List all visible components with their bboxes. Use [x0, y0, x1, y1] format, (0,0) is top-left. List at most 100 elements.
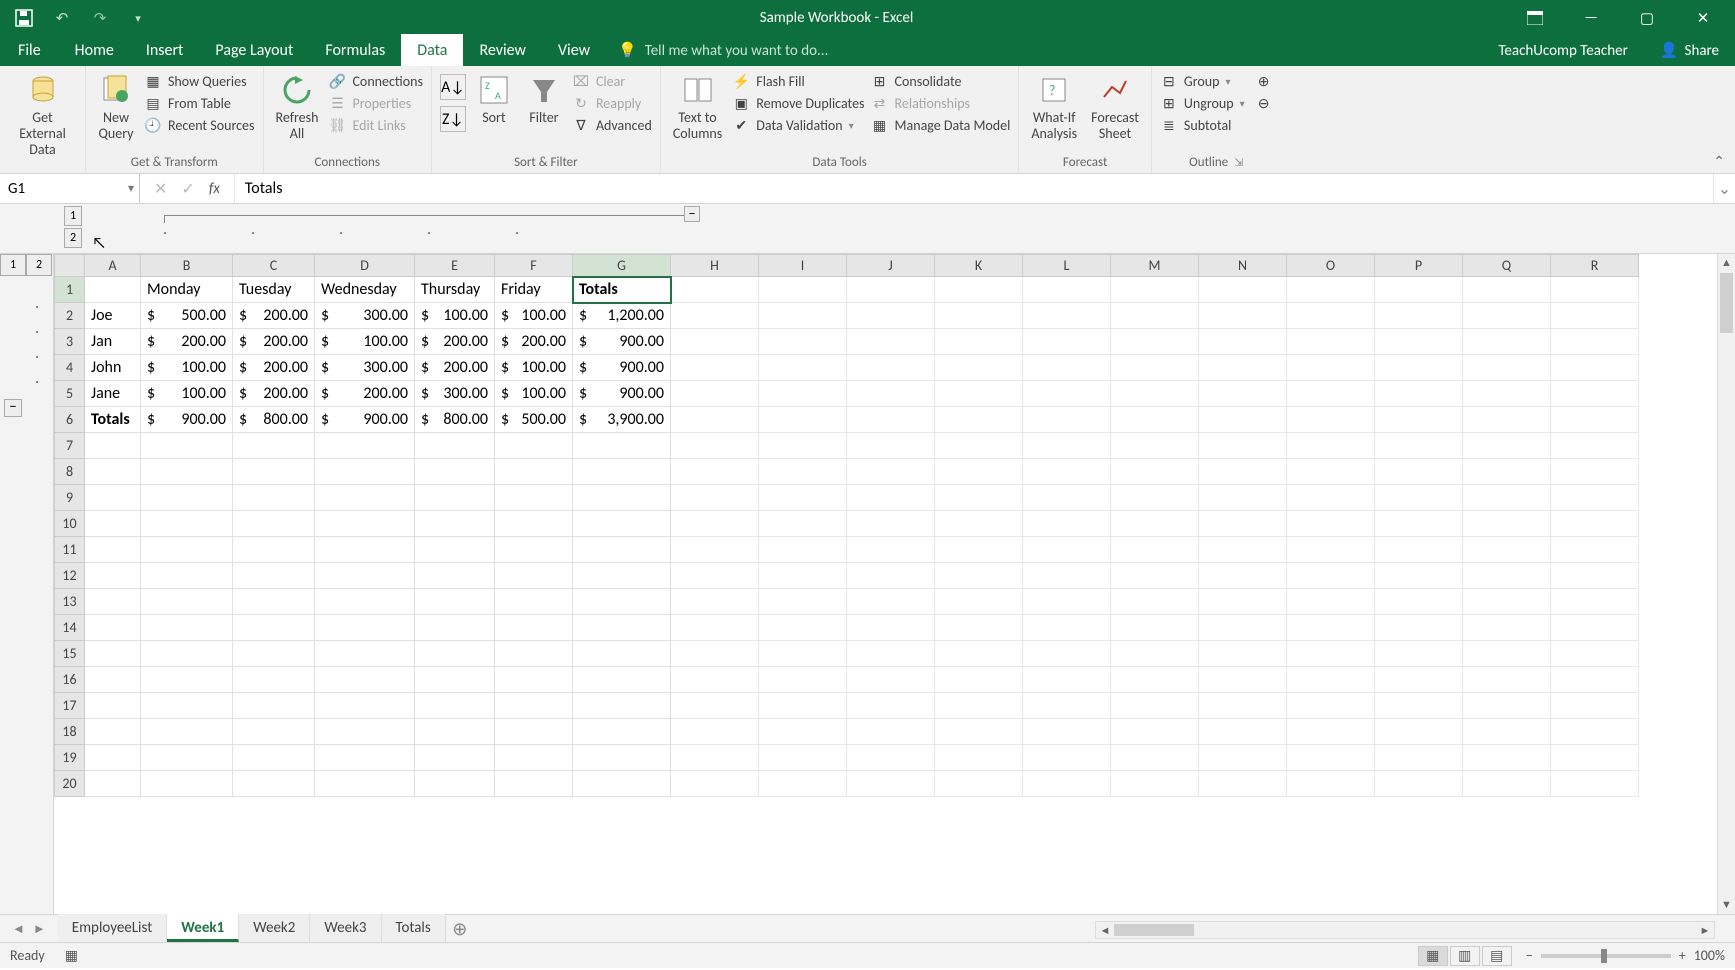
cell-O14[interactable] [1287, 615, 1375, 641]
cell-P2[interactable] [1375, 303, 1463, 329]
col-outline-level-2[interactable]: 2 [64, 228, 82, 248]
col-header-R[interactable]: R [1551, 255, 1639, 277]
cell-L6[interactable] [1023, 407, 1111, 433]
col-header-E[interactable]: E [415, 255, 495, 277]
cell-C2[interactable]: $200.00 [233, 303, 315, 329]
cell-Q20[interactable] [1463, 771, 1551, 797]
col-header-I[interactable]: I [759, 255, 847, 277]
cell-P10[interactable] [1375, 511, 1463, 537]
cell-F9[interactable] [495, 485, 573, 511]
cell-H8[interactable] [671, 459, 759, 485]
cell-R20[interactable] [1551, 771, 1639, 797]
cell-G7[interactable] [573, 433, 671, 459]
cell-K17[interactable] [935, 693, 1023, 719]
cell-R8[interactable] [1551, 459, 1639, 485]
cell-H7[interactable] [671, 433, 759, 459]
cell-N18[interactable] [1199, 719, 1287, 745]
cell-A13[interactable] [85, 589, 141, 615]
cell-D17[interactable] [315, 693, 415, 719]
cell-I12[interactable] [759, 563, 847, 589]
cell-L15[interactable] [1023, 641, 1111, 667]
consolidate-button[interactable]: ⊞Consolidate [871, 72, 1011, 90]
cell-B5[interactable]: $100.00 [141, 381, 233, 407]
cell-G10[interactable] [573, 511, 671, 537]
cell-E4[interactable]: $200.00 [415, 355, 495, 381]
cell-I3[interactable] [759, 329, 847, 355]
scroll-right-icon[interactable]: ► [1696, 924, 1714, 937]
cell-G11[interactable] [573, 537, 671, 563]
cell-Q8[interactable] [1463, 459, 1551, 485]
cell-Q7[interactable] [1463, 433, 1551, 459]
cell-E13[interactable] [415, 589, 495, 615]
cell-R7[interactable] [1551, 433, 1639, 459]
row-header-2[interactable]: 2 [55, 303, 85, 329]
filter-button[interactable]: Filter [522, 70, 566, 128]
name-box[interactable] [0, 174, 140, 203]
flash-fill-button[interactable]: ⚡Flash Fill [732, 72, 864, 90]
collapse-ribbon-icon[interactable]: ⌃ [1713, 153, 1725, 170]
cell-Q15[interactable] [1463, 641, 1551, 667]
outline-dialog-launcher[interactable]: ⇲ [1228, 156, 1243, 169]
cell-L5[interactable] [1023, 381, 1111, 407]
cell-A6[interactable]: Totals [85, 407, 141, 433]
cell-M19[interactable] [1111, 745, 1199, 771]
cell-R15[interactable] [1551, 641, 1639, 667]
tab-view[interactable]: View [542, 34, 606, 66]
cell-O10[interactable] [1287, 511, 1375, 537]
cell-N2[interactable] [1199, 303, 1287, 329]
cell-C8[interactable] [233, 459, 315, 485]
tab-formulas[interactable]: Formulas [309, 34, 401, 66]
cell-D12[interactable] [315, 563, 415, 589]
col-header-A[interactable]: A [85, 255, 141, 277]
cell-E17[interactable] [415, 693, 495, 719]
cell-R17[interactable] [1551, 693, 1639, 719]
cell-A3[interactable]: Jan [85, 329, 141, 355]
cell-M7[interactable] [1111, 433, 1199, 459]
cell-H19[interactable] [671, 745, 759, 771]
cell-C10[interactable] [233, 511, 315, 537]
cell-E19[interactable] [415, 745, 495, 771]
tab-review[interactable]: Review [463, 34, 542, 66]
cell-L13[interactable] [1023, 589, 1111, 615]
forecast-sheet-button[interactable]: Forecast Sheet [1087, 70, 1143, 144]
cell-Q16[interactable] [1463, 667, 1551, 693]
cell-G2[interactable]: $1,200.00 [573, 303, 671, 329]
cell-A10[interactable] [85, 511, 141, 537]
scroll-up-icon[interactable]: ▲ [1718, 254, 1735, 272]
col-header-O[interactable]: O [1287, 255, 1375, 277]
cell-J13[interactable] [847, 589, 935, 615]
cell-N6[interactable] [1199, 407, 1287, 433]
cell-G13[interactable] [573, 589, 671, 615]
cell-K7[interactable] [935, 433, 1023, 459]
cell-C16[interactable] [233, 667, 315, 693]
cell-J2[interactable] [847, 303, 935, 329]
cell-P15[interactable] [1375, 641, 1463, 667]
cell-M11[interactable] [1111, 537, 1199, 563]
cell-C17[interactable] [233, 693, 315, 719]
cell-K2[interactable] [935, 303, 1023, 329]
cell-F1[interactable]: Friday [495, 277, 573, 303]
cell-B1[interactable]: Monday [141, 277, 233, 303]
cell-A16[interactable] [85, 667, 141, 693]
cell-P6[interactable] [1375, 407, 1463, 433]
cell-O17[interactable] [1287, 693, 1375, 719]
cell-N8[interactable] [1199, 459, 1287, 485]
cell-P3[interactable] [1375, 329, 1463, 355]
cell-R6[interactable] [1551, 407, 1639, 433]
col-header-H[interactable]: H [671, 255, 759, 277]
cell-F3[interactable]: $200.00 [495, 329, 573, 355]
cell-M5[interactable] [1111, 381, 1199, 407]
cell-O15[interactable] [1287, 641, 1375, 667]
maximize-icon[interactable]: ▢ [1637, 8, 1657, 28]
cell-G5[interactable]: $900.00 [573, 381, 671, 407]
cell-J18[interactable] [847, 719, 935, 745]
cell-L8[interactable] [1023, 459, 1111, 485]
row-header-12[interactable]: 12 [55, 563, 85, 589]
cell-L2[interactable] [1023, 303, 1111, 329]
close-icon[interactable]: ✕ [1693, 8, 1713, 28]
cell-G4[interactable]: $900.00 [573, 355, 671, 381]
cell-I7[interactable] [759, 433, 847, 459]
cell-J1[interactable] [847, 277, 935, 303]
col-header-Q[interactable]: Q [1463, 255, 1551, 277]
cell-L3[interactable] [1023, 329, 1111, 355]
